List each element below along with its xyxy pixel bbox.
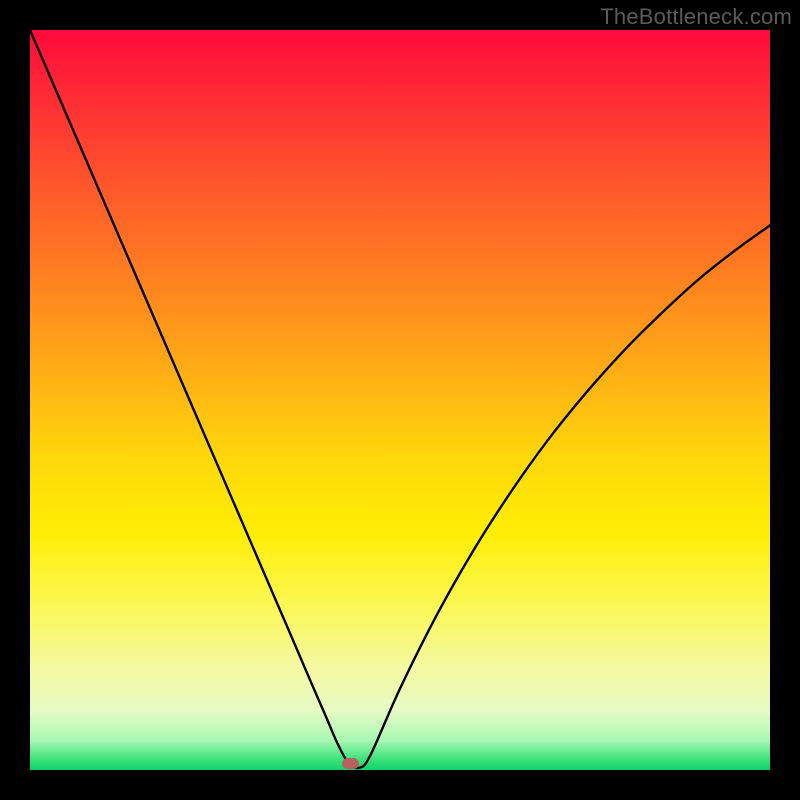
plot-area	[30, 30, 770, 770]
optimal-point-marker	[342, 758, 359, 769]
bottleneck-curve	[30, 30, 770, 770]
watermark-text: TheBottleneck.com	[600, 4, 792, 30]
chart-frame: TheBottleneck.com	[0, 0, 800, 800]
